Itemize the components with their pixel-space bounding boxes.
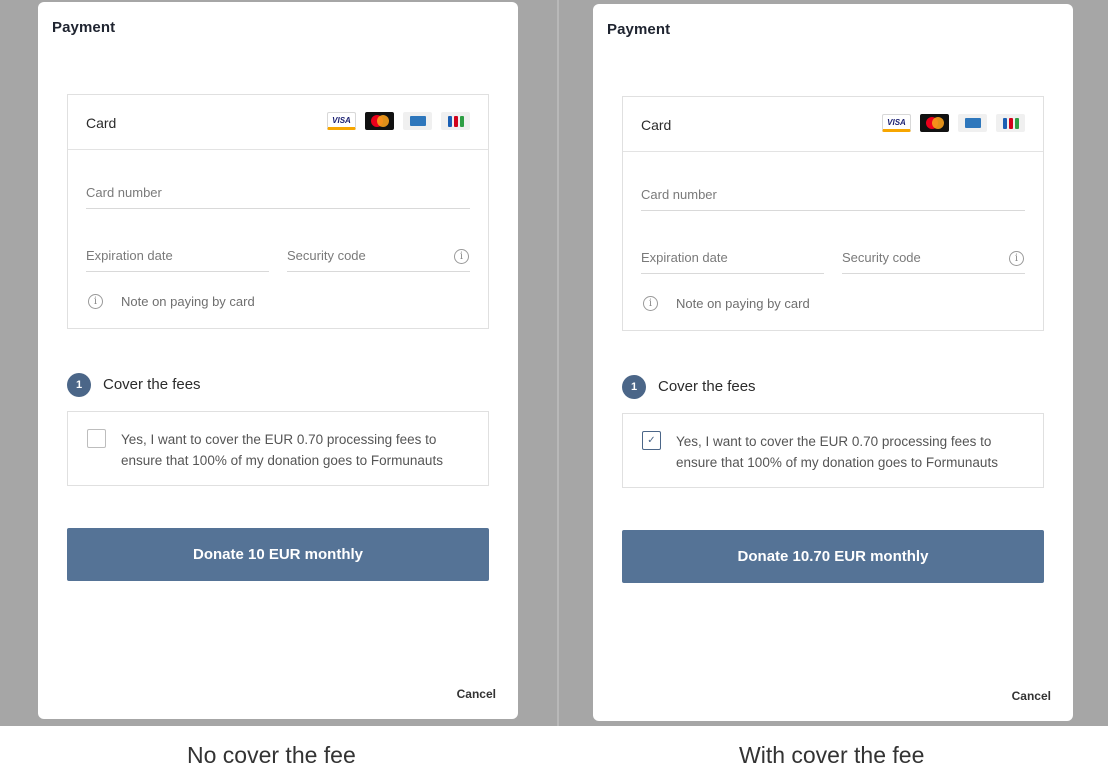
cancel-button[interactable]: Cancel bbox=[1012, 689, 1051, 703]
security-info-icon[interactable]: i bbox=[454, 249, 469, 264]
cover-fees-title: Cover the fees bbox=[658, 378, 756, 395]
security-code-field[interactable]: Security code i bbox=[842, 244, 1025, 274]
mastercard-logo-icon bbox=[920, 114, 949, 132]
caption-with-cover: With cover the fee bbox=[739, 742, 925, 768]
security-info-icon[interactable]: i bbox=[1009, 251, 1024, 266]
donate-button[interactable]: Donate 10 EUR monthly bbox=[67, 528, 489, 581]
card-payment-box: Card VISA Card number Expiration date Se… bbox=[622, 96, 1044, 331]
expiration-date-field[interactable]: Expiration date bbox=[86, 242, 269, 272]
step-badge: 1 bbox=[67, 373, 91, 397]
card-payment-box: Card VISA Card number Expiration date Se… bbox=[67, 94, 489, 329]
payment-title: Payment bbox=[607, 21, 671, 38]
cover-fees-checkbox-checked[interactable]: ✓ bbox=[642, 431, 661, 450]
step-badge: 1 bbox=[622, 375, 646, 399]
mastercard-logo-icon bbox=[365, 112, 394, 130]
amex-logo-icon bbox=[958, 114, 987, 132]
comparison-stage: Payment Card VISA Card number Expiration… bbox=[0, 0, 1108, 783]
expiration-date-placeholder: Expiration date bbox=[641, 250, 728, 265]
cover-fees-option[interactable]: ✓ Yes, I want to cover the EUR 0.70 proc… bbox=[622, 413, 1044, 488]
cover-fees-option[interactable]: Yes, I want to cover the EUR 0.70 proces… bbox=[67, 411, 489, 486]
note-info-icon: i bbox=[88, 294, 103, 309]
donate-button[interactable]: Donate 10.70 EUR monthly bbox=[622, 530, 1044, 583]
cover-fees-checkbox[interactable] bbox=[87, 429, 106, 448]
visa-logo-icon: VISA bbox=[882, 114, 911, 132]
card-note-text: Note on paying by card bbox=[676, 296, 810, 311]
card-number-field[interactable]: Card number bbox=[86, 179, 470, 209]
cover-fees-title: Cover the fees bbox=[103, 376, 201, 393]
jcb-logo-icon bbox=[441, 112, 470, 130]
card-label: Card bbox=[641, 117, 672, 133]
visa-logo-icon: VISA bbox=[327, 112, 356, 130]
payment-modal-with-fee: Payment Card VISA Card number Expiration… bbox=[593, 4, 1073, 721]
card-number-placeholder: Card number bbox=[641, 187, 717, 202]
caption-no-cover: No cover the fee bbox=[187, 742, 356, 768]
card-logos: VISA bbox=[327, 111, 470, 131]
note-info-icon: i bbox=[643, 296, 658, 311]
payment-modal-no-fee: Payment Card VISA Card number Expiration… bbox=[38, 2, 518, 719]
expiration-date-field[interactable]: Expiration date bbox=[641, 244, 824, 274]
cover-fees-text: Yes, I want to cover the EUR 0.70 proces… bbox=[121, 432, 443, 468]
card-number-placeholder: Card number bbox=[86, 185, 162, 200]
security-code-placeholder: Security code bbox=[842, 250, 921, 265]
expiration-date-placeholder: Expiration date bbox=[86, 248, 173, 263]
security-code-field[interactable]: Security code i bbox=[287, 242, 470, 272]
card-label: Card bbox=[86, 115, 117, 131]
security-code-placeholder: Security code bbox=[287, 248, 366, 263]
jcb-logo-icon bbox=[996, 114, 1025, 132]
card-header[interactable]: Card VISA bbox=[623, 97, 1043, 152]
card-logos: VISA bbox=[882, 113, 1025, 133]
card-note-text: Note on paying by card bbox=[121, 294, 255, 309]
card-header[interactable]: Card VISA bbox=[68, 95, 488, 150]
amex-logo-icon bbox=[403, 112, 432, 130]
cover-fees-text: Yes, I want to cover the EUR 0.70 proces… bbox=[676, 434, 998, 470]
card-number-field[interactable]: Card number bbox=[641, 181, 1025, 211]
cancel-button[interactable]: Cancel bbox=[457, 687, 496, 701]
payment-title: Payment bbox=[52, 19, 116, 36]
